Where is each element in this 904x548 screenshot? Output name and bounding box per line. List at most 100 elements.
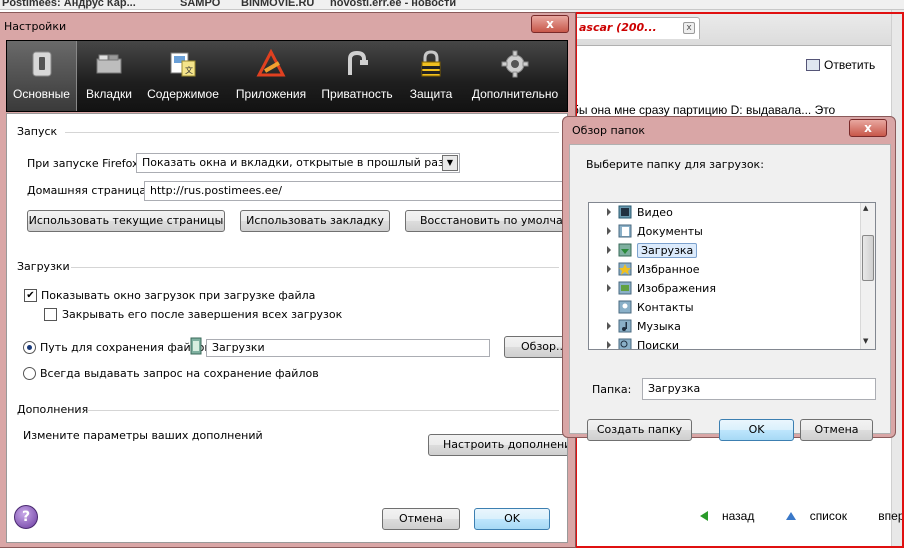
tab-applications[interactable]: Приложения	[229, 41, 313, 111]
tab-privacy[interactable]: Приватность	[317, 41, 397, 111]
folder-name-input[interactable]: Загрузка	[642, 378, 876, 400]
tree-item-downloads[interactable]: Загрузка	[607, 242, 698, 259]
close-when-done-label: Закрывать его после завершения всех загр…	[62, 308, 343, 321]
browse-button[interactable]: Обзор...	[504, 336, 567, 358]
downloads-section-heading: Загрузки	[17, 260, 70, 273]
browse-close-button[interactable]: x	[849, 119, 887, 137]
tree-item-pictures[interactable]: Изображения	[607, 280, 716, 297]
home-page-input[interactable]: http://rus.postimees.ee/	[144, 181, 564, 201]
chevron-down-icon[interactable]: ▼	[442, 155, 458, 171]
tree-scrollbar[interactable]: ▲ ▼	[860, 203, 875, 349]
settings-ok-button[interactable]: OK	[474, 508, 550, 530]
video-folder-icon	[618, 205, 632, 219]
save-path-field: Загрузки	[206, 339, 490, 357]
tab-security[interactable]: Защита	[403, 41, 459, 111]
music-folder-icon	[618, 319, 632, 333]
divider	[71, 267, 559, 268]
show-downloads-label: Показывать окно загрузок при загрузке фа…	[41, 289, 316, 302]
browse-folders-dialog: Обзор папок x Выберите папку для загрузо…	[562, 116, 896, 441]
browse-ok-button[interactable]: OK	[719, 419, 794, 441]
save-path-radio[interactable]	[23, 341, 36, 354]
tree-item-searches[interactable]: Поиски	[607, 337, 679, 349]
restore-default-button[interactable]: Восстановить по умолчанию	[405, 210, 567, 232]
bookmark-link-postimees[interactable]: Postimees: Андрус Кар...	[2, 0, 136, 9]
close-tab-icon[interactable]: x	[683, 22, 695, 34]
arrow-left-icon	[700, 511, 708, 521]
addons-description: Измените параметры ваших дополнений	[23, 429, 263, 442]
browse-dialog-body: Выберите папку для загрузок: Видео Докум…	[569, 144, 891, 441]
close-when-done-checkbox[interactable]	[44, 308, 57, 321]
always-ask-radio[interactable]	[23, 367, 36, 380]
documents-folder-icon	[618, 224, 632, 238]
tree-item-documents[interactable]: Документы	[607, 223, 703, 240]
expand-icon[interactable]	[607, 265, 611, 273]
contacts-folder-icon	[618, 300, 632, 314]
content-icon: 文	[170, 52, 196, 77]
use-bookmark-button[interactable]: Использовать закладку	[240, 210, 390, 232]
tree-item-favorites[interactable]: Избранное	[607, 261, 699, 278]
browse-cancel-button[interactable]: Отмена	[800, 419, 873, 441]
settings-main-panel: Запуск При запуске Firefox: Показать окн…	[6, 113, 568, 543]
show-downloads-checkbox[interactable]: ✔	[24, 289, 37, 302]
nav-back-link[interactable]: назад	[700, 509, 768, 523]
settings-title: Настройки	[4, 20, 67, 33]
downloads-folder-icon	[190, 337, 202, 355]
folder-tree[interactable]: Видео Документы Загрузка Избранное Изобр…	[588, 202, 876, 350]
browser-tab[interactable]: ascar (200... x	[574, 17, 700, 39]
reply-link[interactable]: Ответить	[806, 58, 875, 72]
scroll-up-icon[interactable]: ▲	[863, 204, 868, 212]
browse-prompt: Выберите папку для загрузок:	[586, 158, 764, 171]
folder-label: Папка:	[592, 383, 632, 396]
browser-tab-title: ascar (200...	[579, 21, 657, 34]
when-start-select[interactable]: Показать окна и вкладки, открытые в прош…	[136, 153, 460, 173]
divider	[87, 410, 559, 411]
bookmarks-bar: Postimees: Андрус Кар... SAMPO BINMOVIE.…	[0, 0, 904, 10]
tab-content[interactable]: 文 Содержимое	[143, 41, 223, 111]
pictures-folder-icon	[618, 281, 632, 295]
gear-icon	[501, 50, 529, 78]
tabs-icon	[96, 54, 122, 74]
tab-tabs[interactable]: Вкладки	[79, 41, 139, 111]
tab-main[interactable]: Основные	[7, 41, 77, 111]
use-current-pages-button[interactable]: Использовать текущие страницы	[27, 210, 225, 232]
help-button[interactable]: ?	[14, 505, 38, 529]
home-page-label: Домашняя страница:	[27, 184, 150, 197]
divider	[65, 132, 559, 133]
expand-icon[interactable]	[607, 322, 611, 330]
scroll-thumb[interactable]	[862, 235, 874, 281]
save-path-label: Путь для сохранения файлов	[40, 341, 211, 354]
expand-icon[interactable]	[607, 246, 611, 254]
applications-icon	[256, 49, 286, 77]
nav-forward-link[interactable]: вперед	[878, 509, 904, 523]
expand-icon[interactable]	[607, 227, 611, 235]
manage-addons-button[interactable]: Настроить дополнения	[428, 434, 567, 456]
tab-advanced[interactable]: Дополнительно	[463, 41, 567, 111]
searches-folder-icon	[618, 338, 632, 349]
startup-section-heading: Запуск	[17, 125, 58, 138]
bookmark-link-binmovie[interactable]: BINMOVIE.RU	[241, 0, 314, 9]
expand-icon[interactable]	[607, 208, 611, 216]
switch-icon	[32, 51, 51, 77]
tree-item-music[interactable]: Музыка	[607, 318, 681, 335]
scroll-down-icon[interactable]: ▼	[863, 337, 868, 345]
settings-toolbar: Основные Вкладки 文 Содержимое Приложения…	[6, 40, 568, 112]
privacy-mask-icon	[348, 50, 368, 75]
bookmark-link-novosti[interactable]: novosti.err.ee - новости	[330, 0, 456, 9]
settings-titlebar[interactable]: Настройки x	[0, 13, 575, 39]
settings-cancel-button[interactable]: Отмена	[382, 508, 460, 530]
expand-icon[interactable]	[607, 341, 611, 349]
expand-icon[interactable]	[607, 284, 611, 292]
tree-item-video[interactable]: Видео	[607, 204, 673, 221]
reply-icon	[806, 59, 820, 71]
downloads-folder-icon	[618, 243, 632, 257]
settings-close-button[interactable]: x	[531, 15, 569, 33]
browse-dialog-title: Обзор папок	[572, 124, 645, 137]
addons-section-heading: Дополнения	[17, 403, 89, 416]
tree-item-contacts[interactable]: Контакты	[607, 299, 694, 316]
bookmark-link-sampo[interactable]: SAMPO	[180, 0, 220, 9]
browser-tab-strip: ascar (200... x	[560, 10, 904, 46]
nav-list-link[interactable]: список	[785, 509, 861, 523]
new-folder-button[interactable]: Создать папку	[587, 419, 692, 441]
settings-window: Настройки x Основные Вкладки 文 Содержимо…	[0, 12, 576, 548]
arrow-up-icon	[785, 512, 796, 520]
